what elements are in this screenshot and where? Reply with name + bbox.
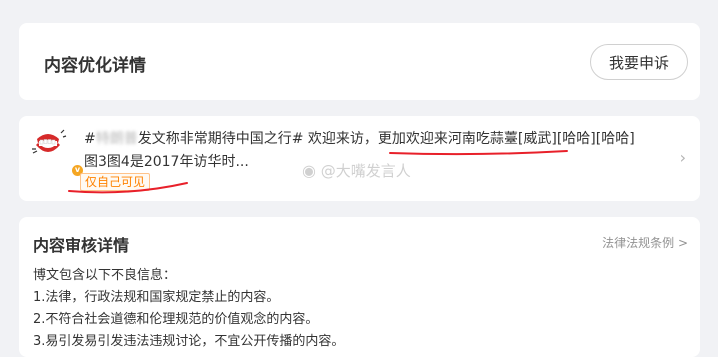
page-title: 内容优化详情 (44, 56, 146, 76)
watermark-text: @大嘴发言人 (320, 162, 411, 180)
laws-link[interactable]: 法律法规条例 > (602, 234, 688, 251)
post-card[interactable]: v #特朗普发文称非常期待中国之行# 欢迎来访，更加欢迎来河南吃蒜薹[威武][哈… (19, 116, 700, 201)
visibility-badge: 仅自己可见 (80, 173, 151, 191)
review-line: 博文包含以下不良信息： (33, 268, 177, 283)
review-line: 3.易引发易引发违法违规讨论，不宜公开传播的内容。 (33, 334, 345, 349)
post-text-line2[interactable]: 图3图4是2017年访华时... (84, 151, 249, 171)
weibo-logo-icon: ◉ (302, 161, 316, 180)
review-card: 内容审核详情 法律法规条例 > 博文包含以下不良信息： 1.法律，行政法规和国家… (19, 217, 700, 357)
post-text-main: 发文称非常期待中国之行# 欢迎来访， (137, 131, 378, 147)
avatar-mouth-icon (29, 125, 67, 163)
review-line: 2.不符合社会道德和伦理规范的价值观念的内容。 (33, 312, 319, 327)
chevron-right-icon[interactable]: › (680, 148, 686, 167)
review-title: 内容审核详情 (33, 236, 130, 255)
header-card: 内容优化详情 我要申诉 (19, 23, 700, 100)
avatar[interactable]: v (29, 125, 84, 177)
review-line: 1.法律，行政法规和国家规定禁止的内容。 (33, 290, 280, 305)
post-hashtag-start: # (84, 131, 96, 147)
appeal-button[interactable]: 我要申诉 (590, 44, 688, 80)
blurred-name: 特朗普 (95, 131, 138, 147)
post-text-highlight: 更加欢迎来河南吃蒜薹[威武][哈哈][哈哈] (377, 131, 635, 147)
watermark: ◉ @大嘴发言人 (302, 160, 411, 181)
post-text-line1[interactable]: #特朗普发文称非常期待中国之行# 欢迎来访，更加欢迎来河南吃蒜薹[威武][哈哈]… (84, 128, 635, 148)
